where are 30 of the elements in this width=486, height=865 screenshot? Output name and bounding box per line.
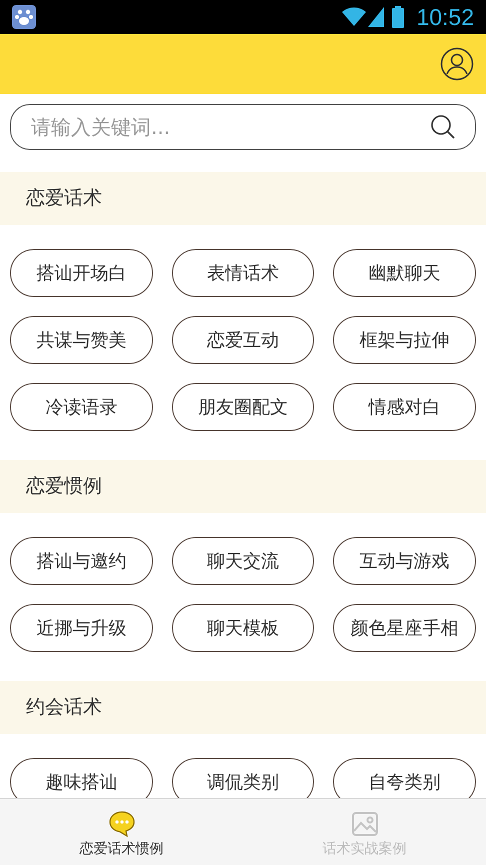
section-title: 恋爱话术 <box>26 186 102 212</box>
tag-chip[interactable]: 表情话术 <box>172 249 314 297</box>
tag-chip[interactable]: 聊天模板 <box>172 604 314 652</box>
tag-chip[interactable]: 自夸类别 <box>333 758 476 798</box>
status-time: 10:52 <box>416 2 474 32</box>
tag-chip[interactable]: 框架与拉伸 <box>333 316 476 364</box>
tag-chip[interactable]: 朋友圈配文 <box>172 383 314 431</box>
signal-icon <box>368 7 384 27</box>
tag-chip[interactable]: 聊天交流 <box>172 537 314 585</box>
section-title: 恋爱惯例 <box>26 474 102 500</box>
tag-chip[interactable]: 搭讪与邀约 <box>10 537 153 585</box>
wifi-icon <box>342 7 366 27</box>
search-icon[interactable] <box>430 114 456 140</box>
battery-icon <box>392 6 404 28</box>
tag-chip[interactable]: 恋爱互动 <box>172 316 314 364</box>
tag-chip[interactable]: 共谋与赞美 <box>10 316 153 364</box>
nav-tab[interactable]: 恋爱话术惯例 <box>0 799 243 865</box>
tag-chip[interactable]: 幽默聊天 <box>333 249 476 297</box>
tag-chip[interactable]: 情感对白 <box>333 383 476 431</box>
tag-chip[interactable]: 趣味搭讪 <box>10 758 153 798</box>
tag-chip[interactable]: 搭讪开场白 <box>10 249 153 297</box>
paw-app-icon <box>12 5 36 29</box>
tag-chip[interactable]: 调侃类别 <box>172 758 314 798</box>
user-profile-button[interactable] <box>440 47 474 81</box>
tag-chip[interactable]: 互动与游戏 <box>333 537 476 585</box>
tag-chip[interactable]: 冷读语录 <box>10 383 153 431</box>
section-title: 约会话术 <box>26 695 102 720</box>
tag-chip[interactable]: 近挪与升级 <box>10 604 153 652</box>
search-field[interactable]: 请输入关键词... <box>10 104 476 150</box>
tag-chip[interactable]: 颜色星座手相 <box>333 604 476 652</box>
